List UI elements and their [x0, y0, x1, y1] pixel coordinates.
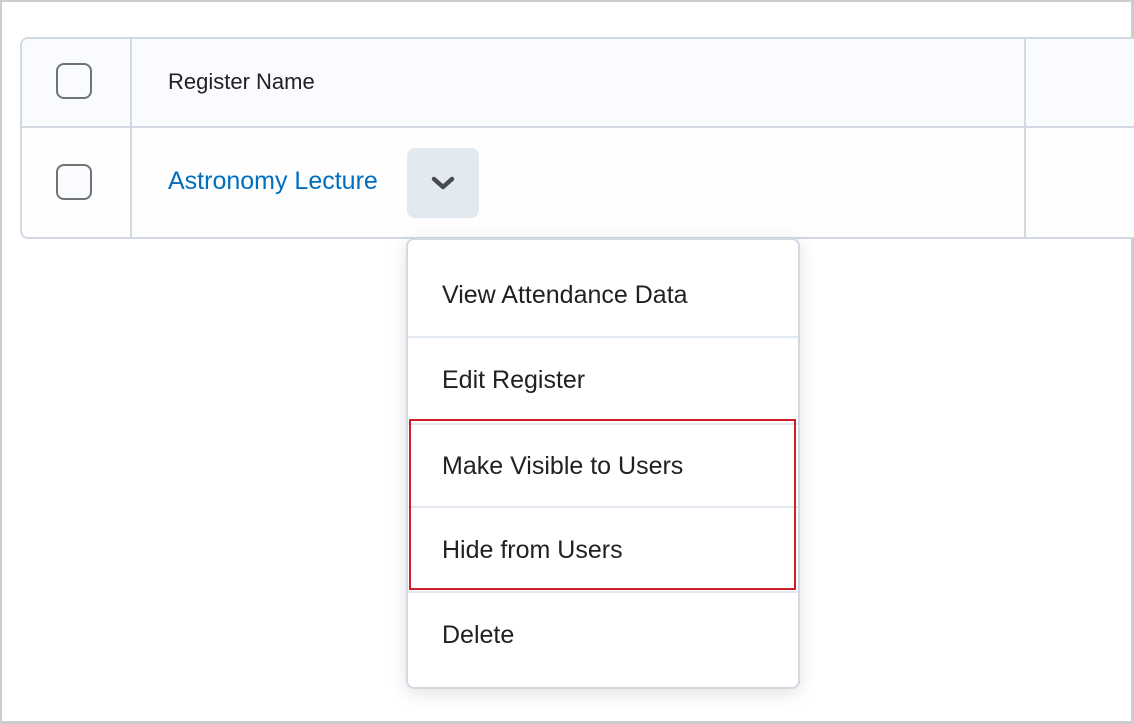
- column-divider: [1024, 39, 1026, 126]
- menu-item-delete[interactable]: Delete: [408, 593, 798, 678]
- column-divider: [130, 39, 132, 126]
- column-divider: [130, 128, 132, 237]
- menu-item-make-visible-to-users[interactable]: Make Visible to Users: [408, 424, 798, 509]
- menu-item-edit-register[interactable]: Edit Register: [408, 338, 798, 423]
- register-actions-dropdown-button[interactable]: [407, 148, 479, 218]
- column-header-register-name[interactable]: Register Name: [168, 69, 315, 95]
- row-checkbox[interactable]: [56, 164, 92, 200]
- table-header-row: Register Name: [22, 39, 1134, 128]
- register-name-link[interactable]: Astronomy Lecture: [168, 167, 378, 196]
- menu-item-hide-from-users[interactable]: Hide from Users: [408, 508, 798, 593]
- table-row: Astronomy Lecture: [22, 128, 1134, 237]
- column-divider: [1024, 128, 1026, 237]
- menu-item-view-attendance-data[interactable]: View Attendance Data: [408, 253, 798, 338]
- register-actions-menu: View Attendance Data Edit Register Make …: [406, 238, 800, 689]
- select-all-checkbox[interactable]: [56, 63, 92, 99]
- chevron-down-icon: [431, 176, 455, 190]
- registers-table: Register Name Astronomy Lecture: [20, 37, 1134, 239]
